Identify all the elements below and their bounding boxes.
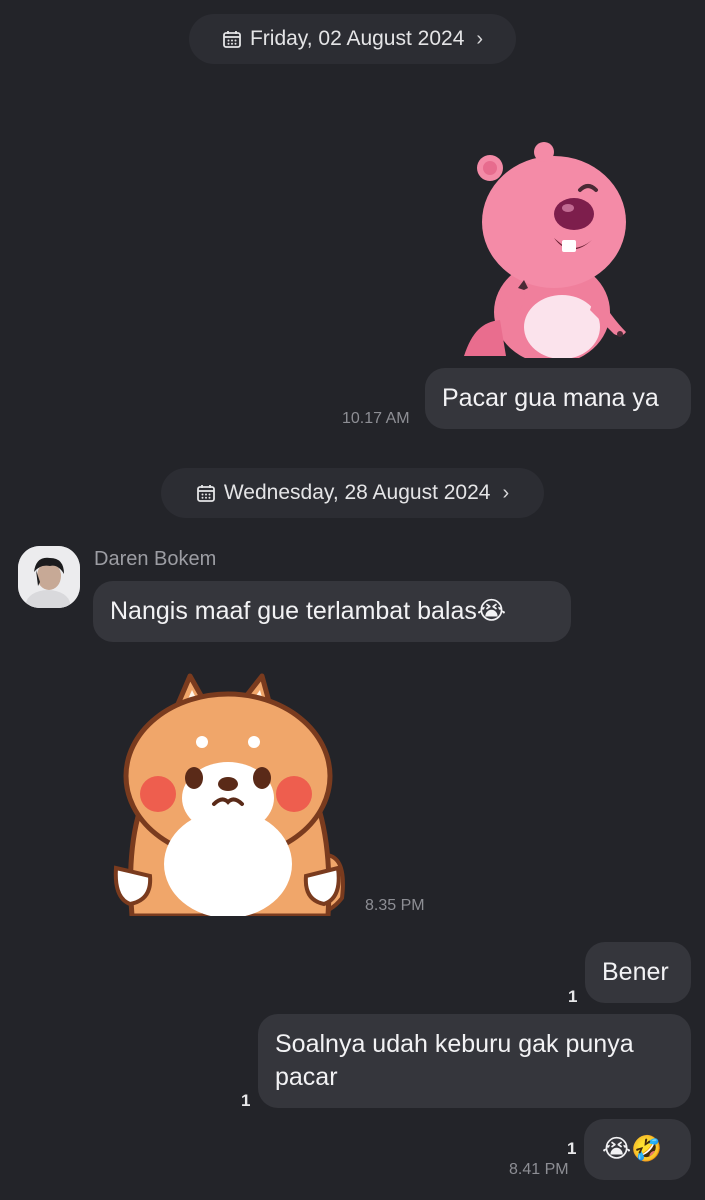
pink-beaver-sticker[interactable] [462, 142, 632, 358]
read-count: 1 [568, 987, 578, 1006]
outgoing-message-bubble[interactable]: 😭🤣 [584, 1119, 691, 1180]
message-timestamp: 8.41 PM [509, 1161, 569, 1178]
message-emoji: 😭🤣 [602, 1135, 663, 1163]
message-text: Bener [602, 958, 669, 986]
message-text: Soalnya udah keburu gak punya pacar [275, 1030, 634, 1091]
calendar-icon [196, 485, 215, 502]
outgoing-message-bubble[interactable]: Pacar gua mana ya [425, 368, 691, 429]
shiba-dog-sticker[interactable] [110, 668, 350, 916]
date-label: Wednesday, 28 August 2024 [223, 481, 491, 504]
outgoing-message-bubble[interactable]: Bener [585, 942, 691, 1003]
read-count: 1 [241, 1091, 251, 1110]
message-text: Pacar gua mana ya [442, 384, 659, 412]
message-timestamp: 8.35 PM [365, 897, 425, 914]
message-timestamp: 10.17 AM [342, 410, 410, 427]
incoming-message-bubble[interactable]: Nangis maaf gue terlambat balas😭 [93, 581, 571, 642]
read-count: 1 [567, 1139, 577, 1158]
avatar-photo [18, 546, 80, 608]
sender-name: Daren Bokem [94, 548, 217, 570]
calendar-icon [223, 31, 241, 48]
message-text: Nangis maaf gue terlambat balas😭 [110, 597, 507, 625]
outgoing-message-bubble[interactable]: Soalnya udah keburu gak punya pacar [258, 1014, 691, 1108]
date-label: Friday, 02 August 2024 [249, 27, 465, 50]
avatar[interactable] [18, 546, 80, 608]
date-divider[interactable]: Friday, 02 August 2024 › [189, 14, 516, 64]
chevron-right-icon: › [476, 27, 484, 50]
chevron-right-icon: › [502, 481, 510, 504]
date-divider[interactable]: Wednesday, 28 August 2024 › [161, 468, 544, 518]
